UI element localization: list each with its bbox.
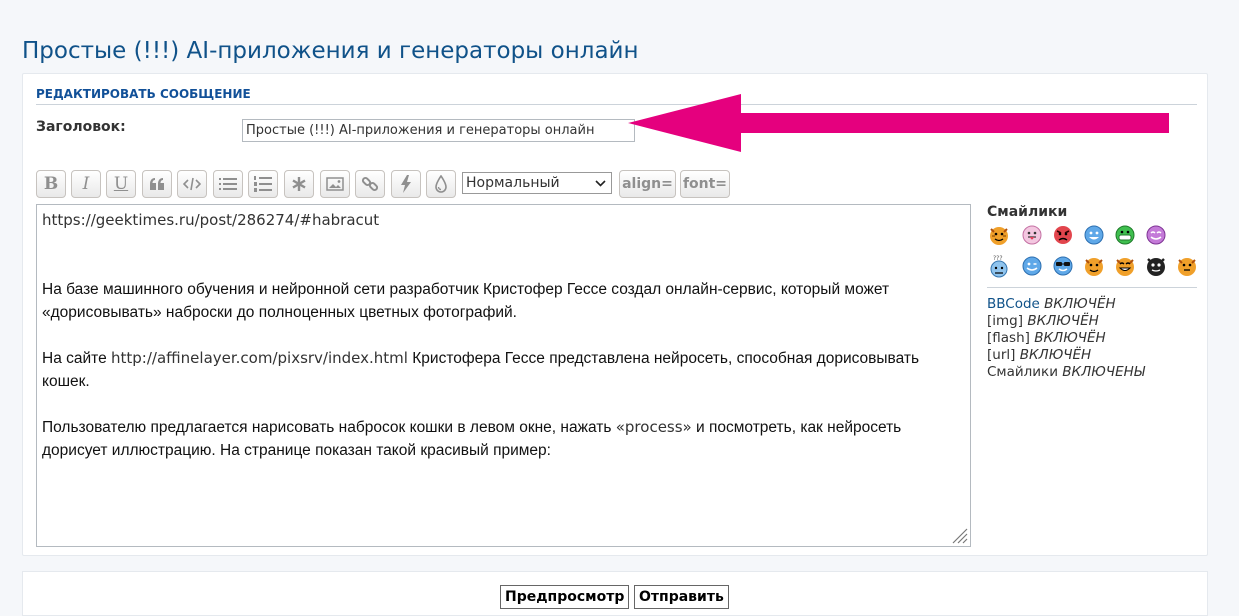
chevron-down-icon (595, 180, 606, 187)
bbcode-link[interactable]: BBCode (987, 296, 1040, 312)
img-state: ВКЛЮЧЁН (1027, 313, 1099, 329)
flash-state: ВКЛЮЧЁН (1034, 330, 1106, 346)
angry-smiley-icon[interactable] (1051, 223, 1075, 247)
smilies-panel: Смайлики ??? BBCode ВКЛЮЧЁН [img] ВКЛЮЧЁ… (987, 204, 1197, 380)
tongue-smiley-icon[interactable] (1020, 223, 1044, 247)
message-textarea[interactable]: https://geektimes.ru/post/286274/#habrac… (36, 204, 971, 547)
tiger-smiley-icon[interactable] (1082, 254, 1106, 278)
image-button[interactable] (320, 170, 350, 198)
list-icon (219, 178, 237, 190)
bold-button[interactable]: B (36, 170, 66, 198)
message-text: На сайте (42, 350, 112, 367)
align-label: align= (622, 176, 673, 192)
purple-smiley-icon[interactable] (1144, 223, 1168, 247)
url-label: [url] (987, 347, 1016, 363)
image-icon (326, 177, 344, 191)
align-button[interactable]: align= (619, 170, 676, 198)
font-button[interactable]: font= (680, 170, 730, 198)
message-paragraph-1: На базе машинного обучения и нейронной с… (42, 281, 890, 321)
font-size-selected: Нормальный (466, 175, 560, 191)
smilies-grid: ??? (987, 223, 1196, 283)
bbcode-status: BBCode ВКЛЮЧЁН [img] ВКЛЮЧЁН [flash] ВКЛ… (987, 296, 1145, 381)
flash-icon (401, 175, 411, 193)
underline-icon: U (113, 174, 129, 194)
wink-smiley-icon[interactable] (1020, 254, 1044, 278)
submit-button[interactable]: Отправить (634, 585, 729, 609)
flash-label: [flash] (987, 330, 1030, 346)
smilies-title: Смайлики (987, 204, 1068, 220)
code-button[interactable] (177, 170, 207, 198)
message-quoted: «process» (615, 418, 692, 436)
ordered-list-button[interactable] (248, 170, 278, 198)
underline-button[interactable]: U (106, 170, 136, 198)
ordered-list-icon (254, 176, 272, 192)
quote-button[interactable] (142, 170, 172, 198)
tiger-smiley-icon[interactable] (987, 223, 1011, 247)
tiger-laugh-smiley-icon[interactable] (1113, 254, 1137, 278)
italic-button[interactable]: I (71, 170, 101, 198)
italic-icon: I (82, 174, 90, 194)
img-label: [img] (987, 313, 1024, 329)
smilies-state: ВКЛЮЧЕНЫ (1062, 364, 1145, 380)
resize-grip-icon[interactable] (948, 524, 968, 544)
list-item-icon (292, 177, 306, 191)
bold-icon: B (43, 174, 59, 194)
link-icon (361, 176, 379, 192)
preview-button[interactable]: Предпросмотр (500, 585, 630, 609)
url-state: ВКЛЮЧЁН (1019, 347, 1092, 363)
happy-smiley-icon[interactable] (1082, 223, 1106, 247)
smilies-divider (987, 287, 1197, 288)
message-url-line: https://geektimes.ru/post/286274/#habrac… (42, 211, 380, 229)
font-label: font= (682, 176, 728, 192)
subject-label: Заголовок: (36, 119, 126, 135)
code-icon (183, 177, 201, 191)
message-text: Пользователю предлагается нарисовать наб… (42, 419, 616, 436)
black-cat-smiley-icon[interactable] (1144, 254, 1168, 278)
color-icon (435, 175, 447, 193)
quote-icon (150, 178, 164, 190)
page-title: Простые (!!!) AI-приложения и генераторы… (22, 38, 639, 64)
subject-input[interactable] (242, 119, 635, 142)
tiger-smiley-icon[interactable] (1175, 254, 1199, 278)
color-button[interactable] (426, 170, 456, 198)
bbcode-state: ВКЛЮЧЁН (1044, 296, 1116, 312)
list-item-button[interactable] (284, 170, 314, 198)
confused-smiley-icon[interactable]: ??? (987, 254, 1011, 278)
annotation-arrow (628, 94, 1169, 152)
link-button[interactable] (355, 170, 385, 198)
actions-panel: Предпросмотр Отправить (22, 571, 1208, 616)
message-paragraph-2: На сайте http://affinelayer.com/pixsrv/i… (42, 347, 965, 393)
list-button[interactable] (213, 170, 243, 198)
edit-post-panel: РЕДАКТИРОВАТЬ СООБЩЕНИЕ Заголовок: B I U (22, 73, 1208, 556)
flash-button[interactable] (391, 170, 421, 198)
message-paragraph-3: Пользователю предлагается нарисовать наб… (42, 416, 965, 462)
smilies-label: Смайлики (987, 364, 1058, 380)
message-link: http://affinelayer.com/pixsrv/index.html (111, 349, 408, 367)
cool-smiley-icon[interactable] (1051, 254, 1075, 278)
grin-smiley-icon[interactable] (1113, 223, 1137, 247)
font-size-select[interactable]: Нормальный (462, 172, 612, 194)
